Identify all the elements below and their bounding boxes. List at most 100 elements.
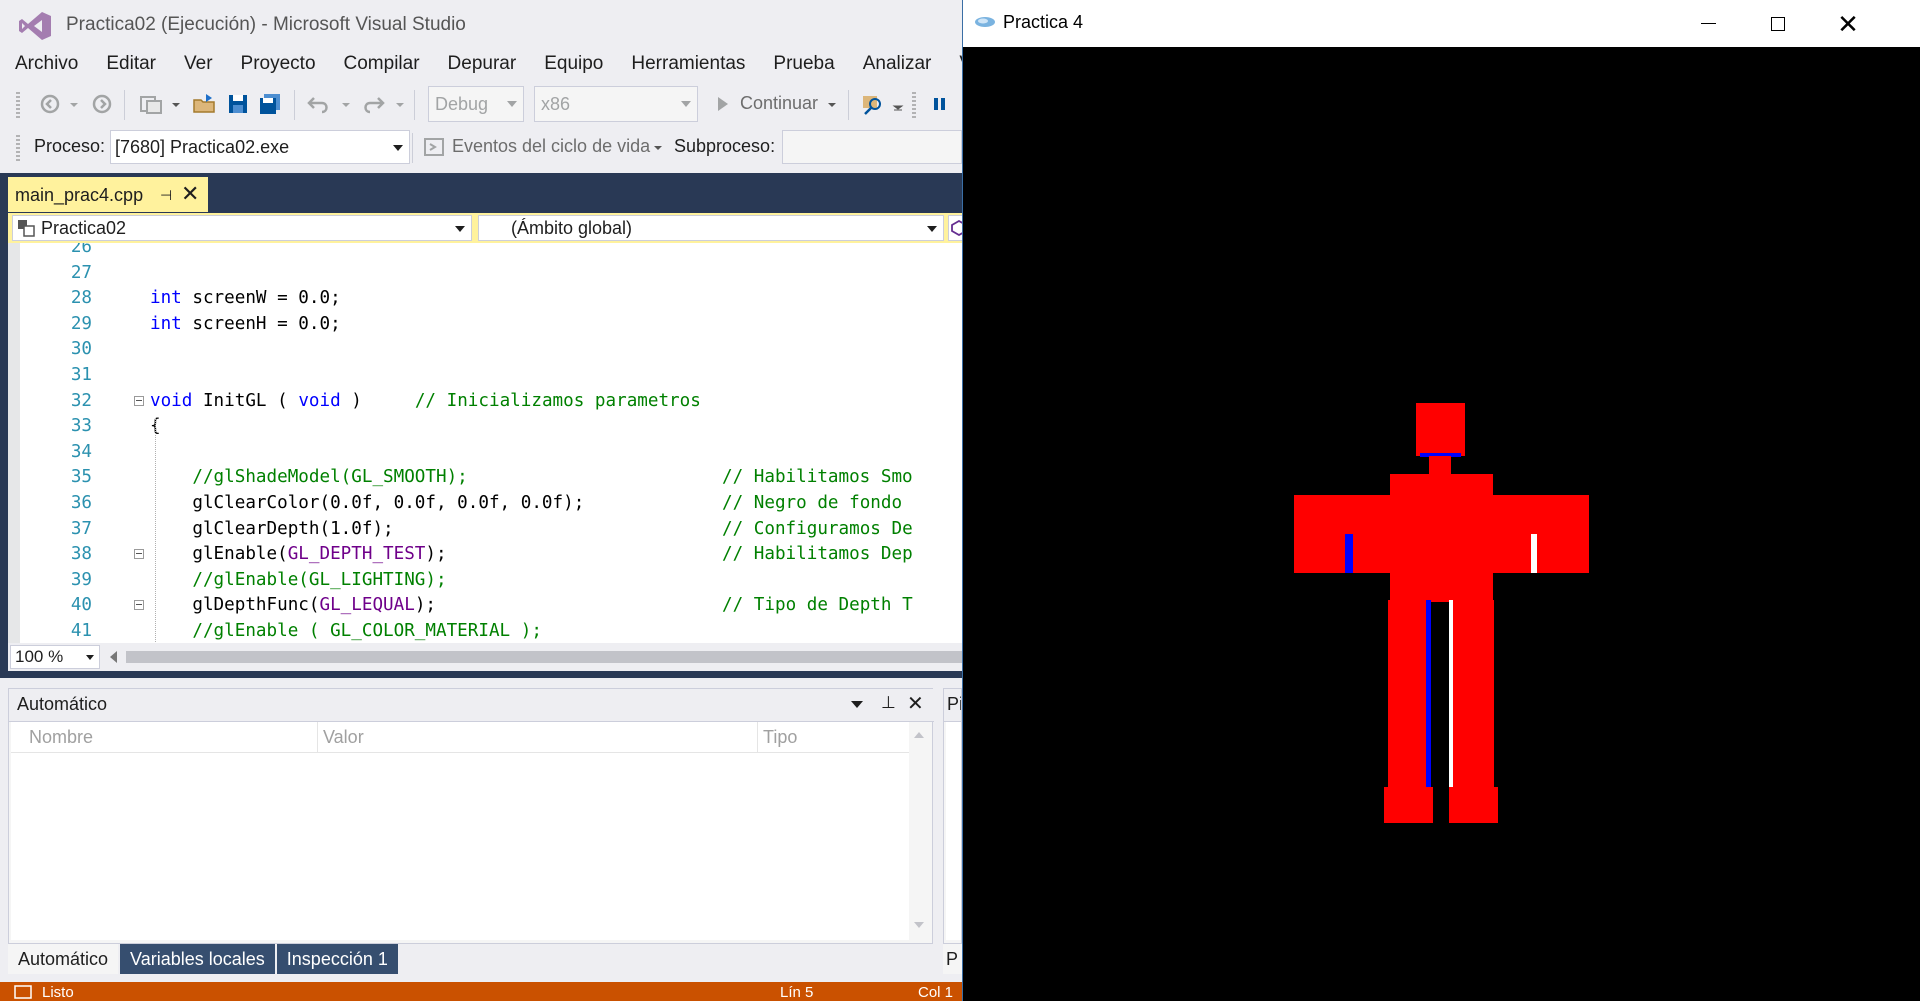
- gl-titlebar: Practica 4 ✕: [963, 0, 1920, 47]
- pause-icon[interactable]: [930, 92, 950, 116]
- zoom-dropdown[interactable]: 100 %: [10, 645, 100, 669]
- menu-ventana[interactable]: Ver: [945, 50, 962, 80]
- tab-automatico[interactable]: Automático: [8, 944, 119, 974]
- close-icon[interactable]: ✕: [907, 691, 924, 716]
- scroll-left-icon[interactable]: [110, 651, 117, 663]
- member-scope-dropdown[interactable]: (Ámbito global): [478, 215, 944, 241]
- pin-icon[interactable]: ⊣: [160, 187, 172, 204]
- collapse-icon[interactable]: [134, 549, 144, 560]
- collapse-icon[interactable]: [134, 600, 144, 611]
- continue-dropdown-icon[interactable]: [826, 92, 838, 116]
- toolbar-separator: [414, 90, 415, 120]
- visual-studio-logo-icon: [19, 12, 51, 40]
- menu-editar[interactable]: Editar: [92, 50, 170, 80]
- code-line[interactable]: 36 glClearColor(0.0f, 0.0f, 0.0f, 0.0f);…: [8, 491, 962, 516]
- code-line[interactable]: 35 //glShadeModel(GL_SMOOTH); // Habilit…: [8, 465, 962, 490]
- secondary-panel-grid: [946, 722, 961, 940]
- code-line[interactable]: 26: [8, 243, 962, 260]
- column-valor[interactable]: Valor: [323, 727, 364, 748]
- code-line[interactable]: 30: [8, 337, 962, 362]
- new-project-icon[interactable]: [138, 92, 164, 116]
- project-icon: [18, 220, 35, 237]
- code-line[interactable]: 27: [8, 261, 962, 286]
- scroll-up-icon[interactable]: [914, 732, 924, 738]
- new-dropdown-icon[interactable]: [170, 92, 182, 116]
- toolbar-grip[interactable]: [912, 92, 916, 118]
- code-line[interactable]: 31: [8, 363, 962, 388]
- code-line[interactable]: 37 glClearDepth(1.0f); // Configuramos D…: [8, 517, 962, 542]
- find-in-files-icon[interactable]: [860, 92, 886, 116]
- menu-depurar[interactable]: Depurar: [434, 50, 531, 80]
- standard-toolbar: Debug x86 Continuar: [0, 84, 962, 124]
- menu-proyecto[interactable]: Proyecto: [227, 50, 330, 80]
- solution-config-dropdown[interactable]: Debug: [428, 86, 524, 122]
- chevron-down-icon: [86, 655, 94, 660]
- document-tab[interactable]: main_prac4.cpp ⊣ ✕: [8, 177, 208, 212]
- maximize-button[interactable]: [1743, 0, 1813, 47]
- minimize-button[interactable]: [1673, 0, 1743, 47]
- close-window-button[interactable]: ✕: [1813, 0, 1883, 47]
- code-line[interactable]: 39 //glEnable(GL_LIGHTING);: [8, 568, 962, 593]
- code-text: //glEnable ( GL_COLOR_MATERIAL );: [150, 621, 542, 641]
- play-icon[interactable]: [714, 92, 732, 116]
- code-line[interactable]: 28 int screenW = 0.0;: [8, 286, 962, 311]
- code-editor[interactable]: 26 27 28 int screenW = 0.0; 29 int screenH = …: [8, 243, 962, 643]
- column-divider[interactable]: [757, 722, 758, 752]
- code-line[interactable]: 29 int screenH = 0.0;: [8, 312, 962, 337]
- column-tipo[interactable]: Tipo: [763, 727, 797, 748]
- lifecycle-dropdown-icon[interactable]: [652, 135, 664, 159]
- vertical-scrollbar[interactable]: [909, 722, 929, 940]
- column-divider[interactable]: [317, 722, 318, 752]
- project-scope-dropdown[interactable]: Practica02: [12, 215, 472, 241]
- undo-icon[interactable]: [306, 92, 332, 116]
- toolbar-grip[interactable]: [16, 135, 20, 161]
- menu-ver[interactable]: Ver: [170, 50, 227, 80]
- column-nombre[interactable]: Nombre: [29, 727, 93, 748]
- save-icon[interactable]: [226, 92, 250, 116]
- solution-config-value: Debug: [435, 94, 489, 114]
- member-function-dropdown[interactable]: [948, 215, 962, 241]
- back-icon[interactable]: [38, 92, 62, 116]
- undo-dropdown-icon[interactable]: [340, 92, 352, 116]
- tab-variables-locales[interactable]: Variables locales: [120, 944, 275, 974]
- pin-icon[interactable]: ⊥: [881, 693, 896, 713]
- code-line[interactable]: 32 void InitGL ( void ) // Inicializamos …: [8, 389, 962, 414]
- process-dropdown[interactable]: [7680] Practica02.exe: [110, 130, 410, 164]
- forward-icon[interactable]: [90, 92, 114, 116]
- menu-archivo[interactable]: Archivo: [0, 50, 92, 80]
- back-dropdown-icon[interactable]: [68, 92, 80, 116]
- code-line[interactable]: 38 glEnable(GL_DEPTH_TEST); // Habilitam…: [8, 542, 962, 567]
- status-bar: Listo Lín 5 Col 1: [0, 982, 962, 1001]
- panel-menu-icon[interactable]: [851, 701, 863, 708]
- menu-analizar[interactable]: Analizar: [849, 50, 946, 80]
- platform-dropdown[interactable]: x86: [534, 86, 698, 122]
- maximize-icon: [1771, 16, 1785, 31]
- toolbar-grip[interactable]: [16, 92, 20, 118]
- continue-button[interactable]: Continuar: [740, 93, 818, 114]
- redo-dropdown-icon[interactable]: [394, 92, 406, 116]
- thread-dropdown[interactable]: [782, 130, 962, 164]
- menu-herramientas[interactable]: Herramientas: [617, 50, 759, 80]
- lifecycle-events-button[interactable]: Eventos del ciclo de vida: [452, 136, 650, 157]
- horizontal-scrollbar-thumb[interactable]: [126, 651, 962, 663]
- collapse-icon[interactable]: [134, 395, 144, 406]
- tab-secondary[interactable]: P: [943, 944, 962, 974]
- code-line[interactable]: 33{: [8, 414, 962, 439]
- tab-inspeccion-1[interactable]: Inspección 1: [276, 944, 398, 974]
- redo-icon[interactable]: [360, 92, 386, 116]
- zoom-value: 100 %: [15, 647, 64, 666]
- lifecycle-events-icon[interactable]: [422, 135, 446, 159]
- render-canvas[interactable]: [963, 47, 1920, 1001]
- toolbar-overflow-icon[interactable]: [892, 92, 904, 116]
- scroll-down-icon[interactable]: [914, 922, 924, 928]
- open-file-icon[interactable]: [192, 92, 218, 116]
- code-line[interactable]: 41 //glEnable ( GL_COLOR_MATERIAL );: [8, 619, 962, 643]
- menu-prueba[interactable]: Prueba: [759, 50, 848, 80]
- save-all-icon[interactable]: [258, 92, 284, 116]
- close-icon[interactable]: ✕: [181, 181, 199, 207]
- code-line[interactable]: 40 glDepthFunc(GL_LEQUAL); // Tipo de De…: [8, 593, 962, 618]
- code-line[interactable]: 34: [8, 440, 962, 465]
- menu-compilar[interactable]: Compilar: [330, 50, 434, 80]
- code-text: void InitGL ( void ) // Inicializamos pa…: [150, 390, 701, 411]
- menu-equipo[interactable]: Equipo: [530, 50, 617, 80]
